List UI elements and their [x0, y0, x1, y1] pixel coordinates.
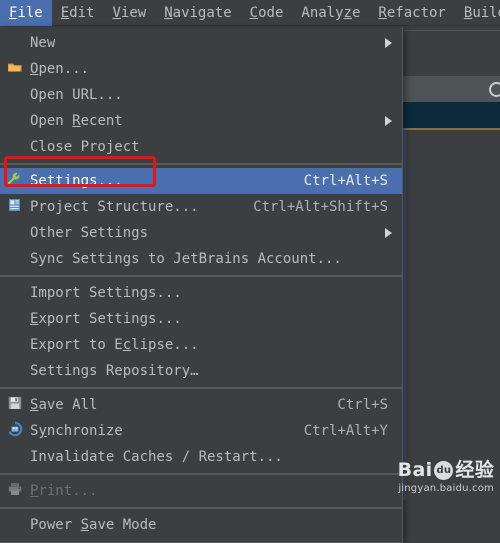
watermark-brand-right: 经验 [455, 459, 494, 481]
menu-item-save-all[interactable]: Save All Ctrl+S [0, 392, 402, 418]
menubar-item-file[interactable]: File [0, 0, 52, 26]
menu-item-label: Settings Repository… [30, 363, 199, 379]
menubar-item-edit[interactable]: Edit [52, 0, 104, 26]
menubar-item-label: Edit [60, 4, 95, 21]
menu-item-label: Sync Settings to JetBrains Account... [30, 251, 342, 267]
menubar-item-view[interactable]: View [103, 0, 155, 26]
save-icon-slot [0, 392, 30, 418]
menu-item-label: Open Recent [30, 113, 123, 129]
menubar-item-label: Analyze [301, 4, 361, 21]
menu-bar: File Edit View Navigate Code Analyze Refactor B… [0, 0, 500, 26]
menu-item-label: Export to Eclipse... [30, 337, 199, 353]
menu-item-open-recent[interactable]: Open Recent [0, 108, 402, 134]
menu-item-settings-repository[interactable]: Settings Repository… [0, 358, 402, 384]
editor-gutter [403, 128, 406, 500]
menu-item-settings[interactable]: Settings... Ctrl+Alt+S [0, 168, 402, 194]
menu-item-label: New [30, 35, 56, 51]
menu-item-project-structure[interactable]: Project Structure... Ctrl+Alt+Shift+S [0, 194, 402, 220]
menu-item-label: Open URL... [30, 87, 123, 103]
menubar-item-label: File [9, 4, 43, 21]
print-icon-slot [0, 478, 30, 504]
sync-icon-slot [0, 418, 30, 444]
menu-item-close-project[interactable]: Close Project [0, 134, 402, 160]
file-menu-popup: New Open... Open URL... Open Recent Close Pr… [0, 27, 403, 543]
menu-item-shortcut: Ctrl+S [337, 397, 388, 413]
ide-window: File Edit View Navigate Code Analyze Refactor B… [0, 0, 500, 543]
menu-item-shortcut: Ctrl+Alt+Shift+S [253, 199, 388, 215]
menu-icon-slot-empty [0, 108, 30, 134]
menubar-item-label: Navigate [164, 4, 232, 21]
sync-icon [7, 421, 23, 441]
module-icon [7, 197, 23, 217]
wrench-icon [7, 171, 23, 191]
menu-item-label: Other Settings [30, 225, 149, 241]
menu-item-label: Synchronize [30, 423, 123, 439]
menubar-item-refactor[interactable]: Refactor [369, 0, 454, 26]
menubar-item-navigate[interactable]: Navigate [155, 0, 240, 26]
menu-separator [0, 473, 402, 475]
watermark: Bai du 经验 jingyan.baidu.com [398, 461, 494, 495]
menu-item-label: Export Settings... [30, 311, 182, 327]
menubar-item-code[interactable]: Code [241, 0, 293, 26]
menu-separator [0, 387, 402, 389]
search-icon[interactable] [489, 82, 500, 97]
menu-item-label: Print... [30, 483, 98, 499]
print-icon [7, 481, 23, 501]
menu-icon-slot-empty [0, 246, 30, 272]
menu-item-power-save-mode[interactable]: Power Save Mode [0, 512, 402, 538]
menu-separator [0, 163, 402, 165]
menu-item-invalidate-caches-restart[interactable]: Invalidate Caches / Restart... [0, 444, 402, 470]
folder-icon [7, 59, 23, 79]
menu-item-label: Open... [30, 61, 90, 77]
menu-item-import-settings[interactable]: Import Settings... [0, 280, 402, 306]
chevron-right-icon [385, 228, 392, 238]
watermark-paw-badge: du [434, 461, 454, 480]
menu-item-synchronize[interactable]: Synchronize Ctrl+Alt+Y [0, 418, 402, 444]
menu-icon-slot-empty [0, 444, 30, 470]
menubar-item-label: Build [463, 4, 500, 21]
save-icon [7, 395, 23, 415]
menubar-item-build[interactable]: Build [455, 0, 500, 26]
menu-icon-slot-empty [0, 220, 30, 246]
menu-icon-slot-empty [0, 306, 30, 332]
menu-icon-slot-empty [0, 358, 30, 384]
menu-item-label: Close Project [30, 139, 140, 155]
menu-item-label: Invalidate Caches / Restart... [30, 449, 283, 465]
menu-item-label: Power Save Mode [30, 517, 157, 533]
menu-item-other-settings[interactable]: Other Settings [0, 220, 402, 246]
menubar-item-analyze[interactable]: Analyze [292, 0, 369, 26]
menu-item-label: Save All [30, 397, 98, 413]
chevron-right-icon [385, 116, 392, 126]
menu-item-new[interactable]: New [0, 30, 402, 56]
menu-icon-slot-empty [0, 30, 30, 56]
menu-icon-slot-empty [0, 280, 30, 306]
menubar-item-label: Refactor [378, 4, 446, 21]
menu-item-shortcut: Ctrl+Alt+S [303, 173, 388, 189]
menu-item-open[interactable]: Open... [0, 56, 402, 82]
module-icon-slot [0, 194, 30, 220]
wrench-icon-slot [0, 168, 30, 194]
menu-item-print: Print... [0, 478, 402, 504]
menu-item-export-settings[interactable]: Export Settings... [0, 306, 402, 332]
menu-separator [0, 275, 402, 277]
menu-icon-slot-empty [0, 82, 30, 108]
watermark-brand-left: Bai [397, 459, 433, 481]
menu-icon-slot-empty [0, 332, 30, 358]
watermark-url: jingyan.baidu.com [398, 483, 494, 494]
menu-item-export-to-eclipse[interactable]: Export to Eclipse... [0, 332, 402, 358]
menu-icon-slot-empty [0, 134, 30, 160]
menu-item-shortcut: Ctrl+Alt+Y [303, 423, 388, 439]
menubar-item-label: View [112, 4, 147, 21]
menu-item-open-url[interactable]: Open URL... [0, 82, 402, 108]
menu-icon-slot-empty [0, 512, 30, 538]
folder-icon-slot [0, 56, 30, 82]
menubar-item-label: Code [249, 4, 284, 21]
menu-item-label: Import Settings... [30, 285, 182, 301]
menu-separator [0, 507, 402, 509]
menu-item-label: Project Structure... [30, 199, 199, 215]
menu-item-sync-settings-to-jetbrains-account[interactable]: Sync Settings to JetBrains Account... [0, 246, 402, 272]
menu-item-label: Settings... [30, 173, 123, 189]
watermark-brand: Bai du 经验 [398, 461, 494, 480]
chevron-right-icon [385, 38, 392, 48]
